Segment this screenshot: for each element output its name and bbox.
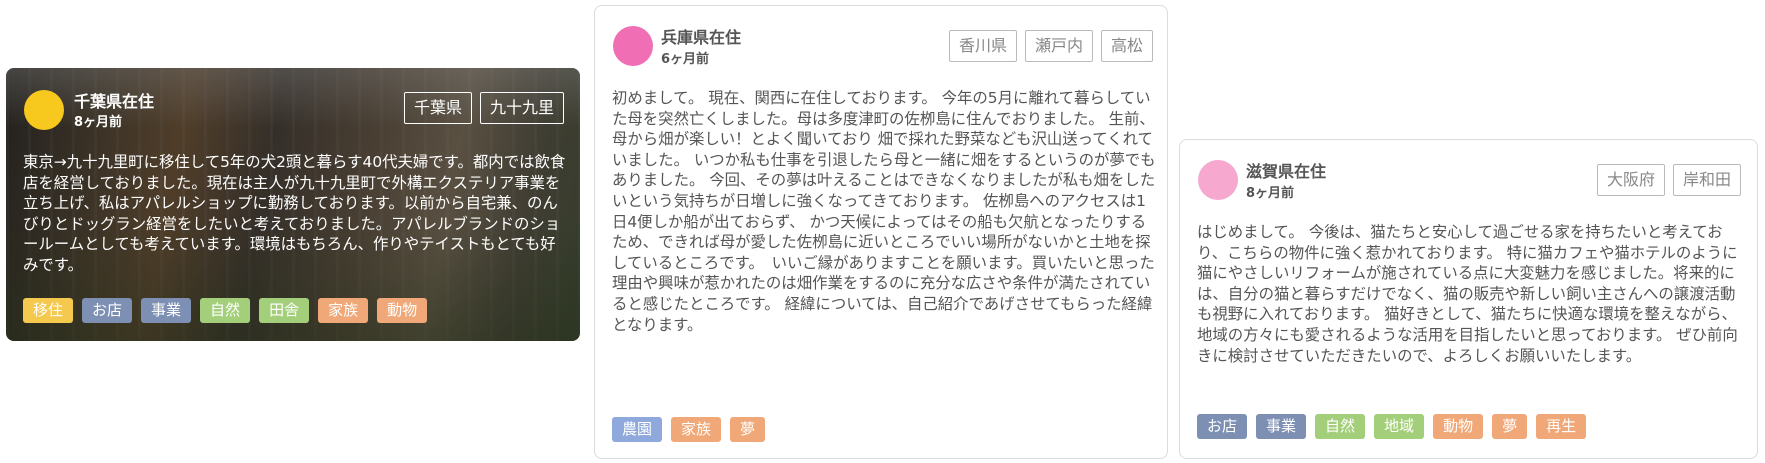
category-tags: 移住 お店 事業 自然 田舎 家族 動物 — [23, 298, 428, 323]
place-tag[interactable]: 大阪府 — [1596, 164, 1665, 196]
place-tag[interactable]: 高松 — [1100, 30, 1153, 62]
category-tag[interactable]: 夢 — [730, 417, 766, 442]
card-message: 東京→九十九里町に移住して5年の犬2頭と暮らす40代夫婦です。都内では飲食店を経… — [23, 153, 566, 274]
category-tag[interactable]: 自然 — [200, 298, 251, 323]
category-tags: 農園 家族 夢 — [612, 417, 766, 442]
user-location: 千葉県在住 — [74, 92, 155, 111]
place-tag[interactable]: 岸和田 — [1672, 164, 1741, 196]
avatar — [613, 26, 653, 66]
place-tags: 香川県 瀬戸内 高松 — [948, 30, 1153, 62]
category-tag[interactable]: 再生 — [1536, 414, 1587, 439]
place-tag[interactable]: 九十九里 — [479, 92, 564, 124]
category-tag[interactable]: 夢 — [1492, 414, 1528, 439]
place-tag[interactable]: 千葉県 — [403, 92, 472, 124]
category-tag[interactable]: 地域 — [1374, 414, 1425, 439]
category-tag[interactable]: お店 — [82, 298, 133, 323]
place-tags: 大阪府 岸和田 — [1596, 164, 1741, 196]
category-tag[interactable]: お店 — [1197, 414, 1248, 439]
review-card-hyogo[interactable]: 兵庫県在住 6ヶ月前 香川県 瀬戸内 高松 初めまして。 現在、関西に在住してお… — [594, 5, 1168, 459]
place-tag[interactable]: 瀬戸内 — [1024, 30, 1093, 62]
review-card-chiba[interactable]: 千葉県在住 8ヶ月前 千葉県 九十九里 東京→九十九里町に移住して5年の犬2頭と… — [6, 68, 580, 341]
category-tag[interactable]: 家族 — [671, 417, 722, 442]
place-tags: 千葉県 九十九里 — [403, 92, 564, 124]
category-tag[interactable]: 農園 — [612, 417, 663, 442]
category-tag[interactable]: 動物 — [377, 298, 428, 323]
user-location: 兵庫県在住 — [661, 28, 742, 47]
category-tag[interactable]: 家族 — [318, 298, 369, 323]
place-tag[interactable]: 香川県 — [948, 30, 1017, 62]
category-tags: お店 事業 自然 地域 動物 夢 再生 — [1197, 414, 1587, 439]
card-message: はじめまして。 今後は、猫たちと安心して過ごせる家を持ちたいと考えており、こちら… — [1197, 223, 1738, 365]
category-tag[interactable]: 動物 — [1433, 414, 1484, 439]
user-location: 滋賀県在住 — [1246, 162, 1327, 181]
post-time: 6ヶ月前 — [661, 52, 710, 67]
avatar — [24, 90, 64, 130]
card-message: 初めまして。 現在、関西に在住しております。 今年の5月に離れて暮らしていた母を… — [612, 89, 1156, 334]
category-tag[interactable]: 事業 — [141, 298, 192, 323]
avatar — [1198, 160, 1238, 200]
category-tag[interactable]: 移住 — [23, 298, 74, 323]
post-time: 8ヶ月前 — [1246, 186, 1295, 201]
post-time: 8ヶ月前 — [74, 115, 123, 130]
review-card-shiga[interactable]: 滋賀県在住 8ヶ月前 大阪府 岸和田 はじめまして。 今後は、猫たちと安心して過… — [1179, 139, 1758, 459]
category-tag[interactable]: 事業 — [1256, 414, 1307, 439]
category-tag[interactable]: 田舎 — [259, 298, 310, 323]
category-tag[interactable]: 自然 — [1315, 414, 1366, 439]
